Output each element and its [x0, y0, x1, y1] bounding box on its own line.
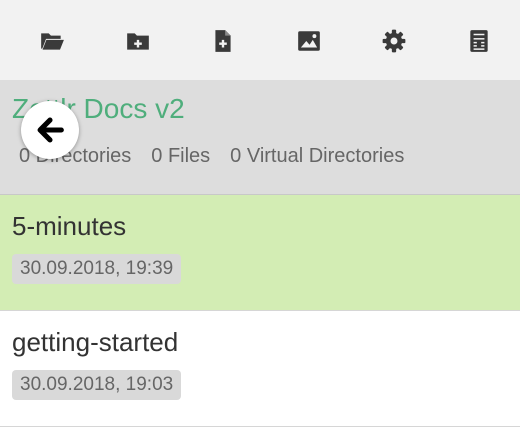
calculator-icon — [470, 30, 488, 52]
directory-header: Zettlr Docs v2 0 Directories 0 Files 0 Vir… — [0, 81, 520, 195]
open-folder-button[interactable] — [35, 24, 69, 58]
toolbar — [0, 0, 520, 81]
files-count: 0 Files — [151, 145, 211, 167]
directory-stats: 0 Directories 0 Files 0 Virtual Directorie… — [19, 145, 424, 168]
file-name: getting-started — [12, 327, 179, 357]
new-file-icon — [215, 30, 231, 52]
statistics-button[interactable] — [462, 24, 496, 58]
file-item-5-minutes[interactable]: 5-minutes 30.09.2018, 19:39 — [0, 195, 520, 311]
back-button[interactable] — [21, 101, 79, 159]
virtual-directories-count: 0 Virtual Directories — [230, 145, 405, 167]
file-name: 5-minutes — [12, 211, 127, 241]
folder-open-icon — [41, 33, 64, 50]
settings-button[interactable] — [377, 24, 411, 58]
new-directory-button[interactable] — [121, 24, 155, 58]
gear-icon — [382, 29, 406, 53]
image-button[interactable] — [292, 24, 326, 58]
file-modified-badge: 30.09.2018, 19:39 — [12, 254, 182, 284]
file-modified-badge: 30.09.2018, 19:03 — [12, 370, 182, 400]
new-file-button[interactable] — [206, 24, 240, 58]
arrow-left-icon — [37, 117, 64, 143]
new-folder-icon — [127, 33, 149, 50]
image-icon — [298, 31, 320, 51]
